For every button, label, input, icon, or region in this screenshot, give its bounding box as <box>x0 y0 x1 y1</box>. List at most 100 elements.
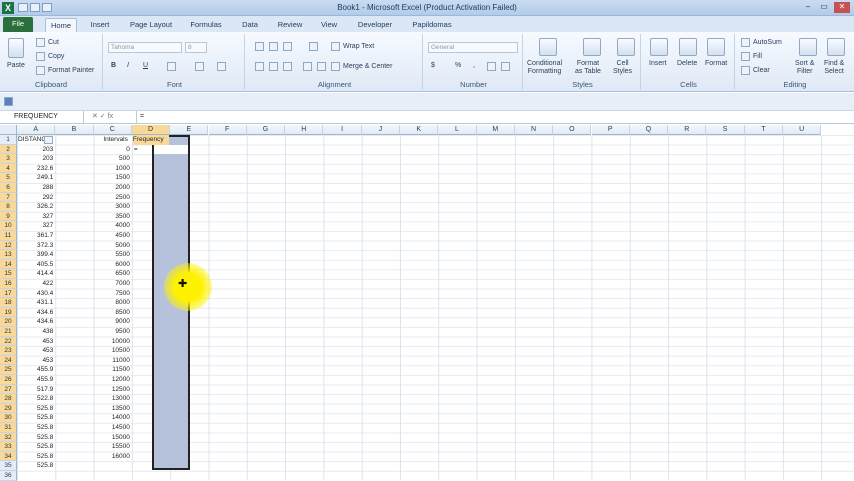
tab-home[interactable]: Home <box>45 18 77 32</box>
format-cells-button[interactable]: Format <box>705 60 727 67</box>
formula-buttons[interactable]: ✕ ✓ fx <box>92 111 134 123</box>
spreadsheet-grid[interactable]: ✚ A B C D E F G H I J K L M N O P Q R S T U 1 2 3 4 5 6 7 8 9 10 11 12 13… <box>0 125 854 481</box>
currency-button[interactable]: $ <box>431 62 435 69</box>
autosum-button[interactable]: AutoSum <box>753 39 782 46</box>
cell-c16[interactable]: 7000 <box>94 279 132 289</box>
cell-c21[interactable]: 9500 <box>94 327 132 337</box>
copy-button[interactable]: Copy <box>48 53 64 60</box>
column-header-e[interactable]: E <box>170 125 209 135</box>
row-header-12[interactable]: 12 <box>0 240 17 251</box>
cell-c14[interactable]: 6000 <box>94 260 132 270</box>
cell-d1[interactable]: Frequency <box>132 135 170 145</box>
cell-a22[interactable]: 453 <box>17 337 55 347</box>
row-header-31[interactable]: 31 <box>0 423 17 433</box>
cell-a31[interactable]: 525.8 <box>17 423 55 433</box>
cell-a15[interactable]: 414.4 <box>17 269 55 279</box>
wrap-text-button[interactable]: Wrap Text <box>343 43 374 50</box>
column-header-g[interactable]: G <box>246 125 286 135</box>
bold-button[interactable]: B <box>111 62 116 69</box>
row-header-36[interactable]: 36 <box>0 471 17 481</box>
increase-indent-icon[interactable] <box>317 62 326 71</box>
cell-c7[interactable]: 2500 <box>94 193 132 203</box>
number-format-select[interactable]: General <box>428 42 518 53</box>
cell-a3[interactable]: 203 <box>17 154 55 164</box>
maximize-button[interactable]: ▭ <box>816 2 832 13</box>
tab-formulas[interactable]: Formulas <box>186 18 226 32</box>
middle-align-icon[interactable] <box>269 42 278 51</box>
row-header-30[interactable]: 30 <box>0 413 17 423</box>
row-header-10[interactable]: 10 <box>0 221 17 231</box>
tab-insert[interactable]: Insert <box>84 18 116 32</box>
row-header-3[interactable]: 3 <box>0 154 17 164</box>
cell-a20[interactable]: 434.6 <box>17 317 55 327</box>
row-header-34[interactable]: 34 <box>0 451 17 462</box>
column-header-j[interactable]: J <box>361 125 400 135</box>
cell-a35[interactable]: 525.8 <box>17 461 55 471</box>
cell-a17[interactable]: 430.4 <box>17 289 55 299</box>
row-header-33[interactable]: 33 <box>0 442 17 452</box>
delete-cells-button[interactable]: Delete <box>677 60 697 67</box>
active-cell-d2[interactable] <box>154 145 188 154</box>
cell-a7[interactable]: 292 <box>17 193 55 203</box>
row-header-1[interactable]: 1 <box>0 135 17 145</box>
column-header-o[interactable]: O <box>553 125 592 135</box>
cell-a29[interactable]: 525.8 <box>17 404 55 414</box>
cell-a21[interactable]: 438 <box>17 327 55 337</box>
cell-c34[interactable]: 16000 <box>94 452 132 462</box>
borders-icon[interactable] <box>167 62 176 71</box>
paste-button[interactable]: Paste <box>7 62 25 69</box>
comma-button[interactable]: , <box>473 62 475 69</box>
find-select-button[interactable]: Find & Select <box>824 60 844 76</box>
top-align-icon[interactable] <box>255 42 264 51</box>
cell-c27[interactable]: 12500 <box>94 385 132 395</box>
bottom-align-icon[interactable] <box>283 42 292 51</box>
column-header-s[interactable]: S <box>706 125 745 135</box>
conditional-formatting-button[interactable]: Conditional Formatting <box>527 60 562 76</box>
cell-a12[interactable]: 372.3 <box>17 241 55 251</box>
row-header-13[interactable]: 13 <box>0 250 17 260</box>
column-header-a[interactable]: A <box>17 125 56 135</box>
row-header-6[interactable]: 6 <box>0 183 17 193</box>
row-header-15[interactable]: 15 <box>0 269 17 279</box>
cell-c32[interactable]: 15000 <box>94 433 132 443</box>
row-header-32[interactable]: 32 <box>0 432 17 443</box>
row-header-29[interactable]: 29 <box>0 403 17 414</box>
row-header-17[interactable]: 17 <box>0 288 17 299</box>
cell-a28[interactable]: 522.8 <box>17 394 55 404</box>
row-header-22[interactable]: 22 <box>0 336 17 347</box>
row-header-21[interactable]: 21 <box>0 327 17 337</box>
row-header-18[interactable]: 18 <box>0 298 17 308</box>
cell-c11[interactable]: 4500 <box>94 231 132 241</box>
column-header-r[interactable]: R <box>668 125 707 135</box>
cell-a5[interactable]: 249.1 <box>17 173 55 183</box>
row-header-24[interactable]: 24 <box>0 355 17 366</box>
align-right-icon[interactable] <box>283 62 292 71</box>
cell-c33[interactable]: 15500 <box>94 442 132 452</box>
cell-a19[interactable]: 434.6 <box>17 308 55 318</box>
tab-page-layout[interactable]: Page Layout <box>124 18 178 32</box>
cell-c6[interactable]: 2000 <box>94 183 132 193</box>
tab-file[interactable]: File <box>3 17 33 32</box>
row-header-14[interactable]: 14 <box>0 259 17 270</box>
cell-c12[interactable]: 5000 <box>94 241 132 251</box>
decrease-decimal-icon[interactable] <box>501 62 510 71</box>
formula-input[interactable]: = <box>136 111 854 123</box>
row-header-27[interactable]: 27 <box>0 384 17 395</box>
font-name-select[interactable]: Tahoma <box>108 42 182 53</box>
merge-center-button[interactable]: Merge & Center <box>343 63 392 70</box>
cell-a26[interactable]: 455.9 <box>17 375 55 385</box>
cell-c5[interactable]: 1500 <box>94 173 132 183</box>
column-header-p[interactable]: P <box>591 125 630 135</box>
column-header-n[interactable]: N <box>514 125 554 135</box>
row-header-23[interactable]: 23 <box>0 346 17 356</box>
cell-c15[interactable]: 6500 <box>94 269 132 279</box>
format-as-table-button[interactable]: Format as Table <box>575 60 601 76</box>
align-center-icon[interactable] <box>269 62 278 71</box>
row-header-20[interactable]: 20 <box>0 317 17 327</box>
column-header-m[interactable]: M <box>476 125 515 135</box>
row-header-26[interactable]: 26 <box>0 375 17 385</box>
cell-a27[interactable]: 517.9 <box>17 385 55 395</box>
row-header-5[interactable]: 5 <box>0 173 17 183</box>
cell-c26[interactable]: 12000 <box>94 375 132 385</box>
filter-dropdown-icon[interactable] <box>44 136 54 144</box>
